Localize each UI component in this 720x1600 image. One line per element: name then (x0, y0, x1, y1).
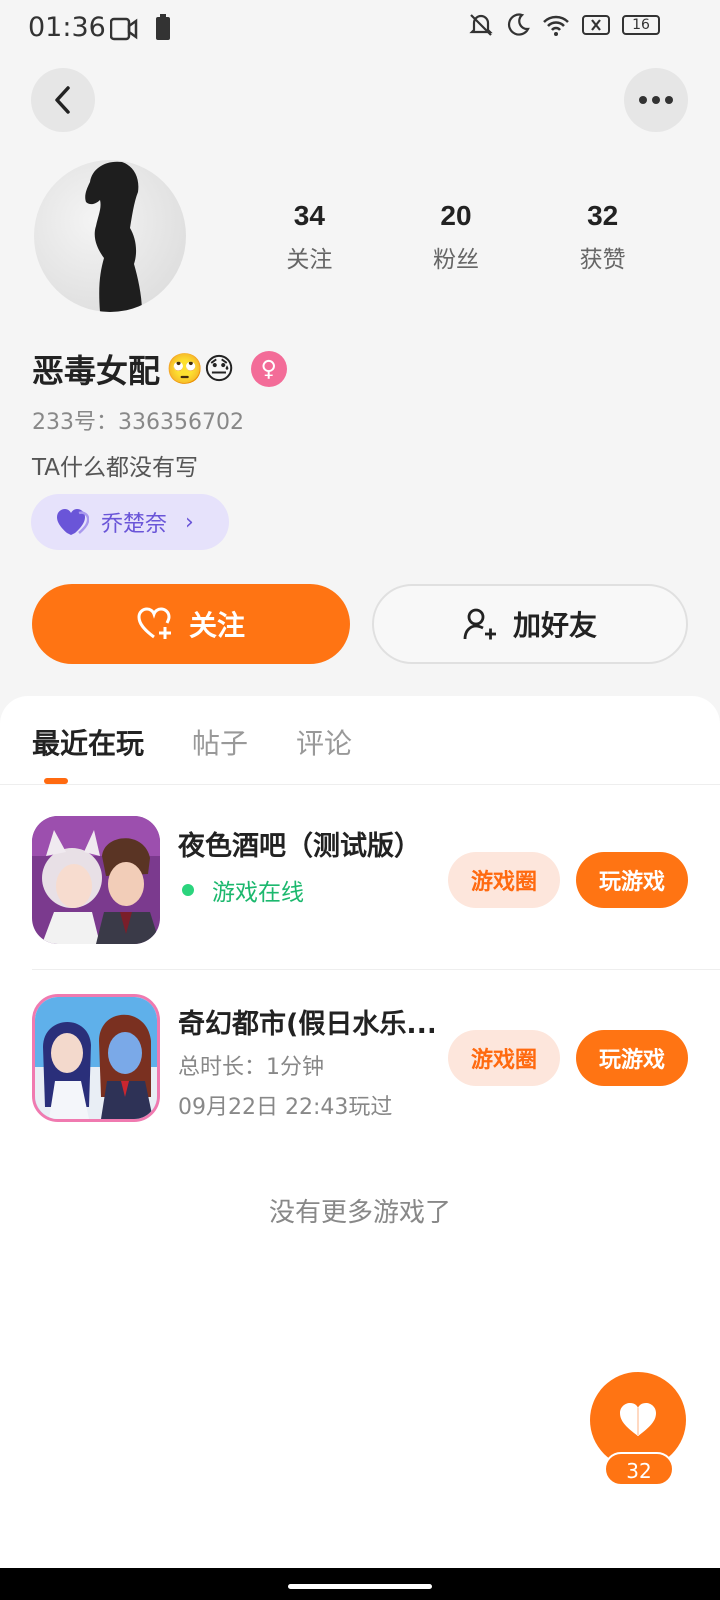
stat-following-label: 关注 (286, 247, 333, 273)
stat-likes-count: 32 (587, 200, 619, 231)
chevron-left-icon (55, 86, 70, 114)
game-name: 夜色酒吧（测试版） (178, 831, 421, 862)
tab-comments[interactable]: 评论 (296, 722, 352, 762)
add-friend-label: 加好友 (512, 609, 597, 642)
game-icon-night-bar (32, 816, 160, 944)
status-time: 01:36 (28, 12, 106, 43)
game-circle-button[interactable]: 游戏圈 (448, 852, 560, 908)
mute-bell-icon (469, 14, 493, 36)
game-circle-button[interactable]: 游戏圈 (448, 1030, 560, 1086)
video-camera-icon (110, 17, 138, 41)
game-row[interactable]: 奇幻都市(假日水乐... 总时长：1分钟 09月22日 22:43玩过 游戏圈 … (32, 994, 720, 1124)
battery-small-icon (156, 14, 170, 40)
stats-row: 34 关注 20 粉丝 32 获赞 (236, 200, 676, 274)
tab-bar: 最近在玩 帖子 评论 (32, 722, 352, 762)
nickname-text: 恶毒女配 (32, 352, 161, 390)
stat-followers[interactable]: 20 粉丝 (383, 200, 530, 274)
battery-icon: 16 (622, 15, 660, 35)
wifi-icon (543, 15, 569, 36)
divider (0, 784, 720, 785)
user-id: 233号：336356702 (32, 410, 244, 435)
stat-likes[interactable]: 32 获赞 (529, 200, 676, 274)
play-game-button[interactable]: 玩游戏 (576, 852, 688, 908)
game-info: 奇幻都市(假日水乐... 总时长：1分钟 09月22日 22:43玩过 (178, 1002, 434, 1121)
online-status-text: 游戏在线 (212, 880, 304, 906)
game-online-status: 游戏在线 (178, 873, 434, 907)
nickname-emojis: 🙄😓 (166, 351, 235, 387)
follow-label: 关注 (188, 609, 245, 642)
like-count-badge: 32 (604, 1452, 674, 1486)
stat-followers-label: 粉丝 (433, 247, 479, 273)
avatar[interactable] (34, 160, 186, 312)
nickname: 恶毒女配 🙄😓 ♀ (32, 346, 287, 392)
cp-tag-button[interactable]: 乔楚奈 › (31, 494, 229, 550)
follow-button[interactable]: 关注 (32, 584, 350, 664)
home-gesture-handle[interactable] (288, 1584, 432, 1589)
double-heart-icon (57, 509, 89, 535)
moon-icon (507, 13, 530, 36)
back-button[interactable] (31, 68, 95, 132)
game-name: 奇幻都市(假日水乐... (178, 1009, 434, 1040)
heart-plus-icon (137, 607, 171, 639)
heart-icon (620, 1403, 656, 1436)
divider (32, 969, 720, 970)
game-duration: 总时长：1分钟 (178, 1055, 324, 1080)
no-more-games-text: 没有更多游戏了 (268, 1198, 451, 1228)
bio-text: TA什么都没有写 (32, 455, 198, 481)
game-last-played: 09月22日 22:43玩过 (178, 1095, 393, 1120)
tab-recent-games[interactable]: 最近在玩 (32, 722, 144, 762)
stat-followers-count: 20 (440, 200, 472, 231)
add-user-icon (463, 608, 496, 640)
female-gender-icon: ♀ (250, 351, 287, 387)
online-dot-icon (182, 884, 194, 896)
tab-posts[interactable]: 帖子 (192, 722, 248, 762)
stat-following[interactable]: 34 关注 (236, 200, 383, 274)
avatar-silhouette (85, 161, 142, 312)
more-dots-icon (639, 96, 673, 104)
status-bar: 01:36 16 (0, 0, 720, 56)
game-info: 夜色酒吧（测试版） 游戏在线 (178, 824, 434, 907)
stat-likes-label: 获赞 (579, 247, 626, 273)
play-game-button[interactable]: 玩游戏 (576, 1030, 688, 1086)
game-icon-fantasy-city (32, 994, 160, 1122)
more-options-button[interactable] (624, 68, 688, 132)
chevron-right-icon: › (185, 509, 194, 535)
stat-following-count: 34 (293, 200, 325, 231)
cp-tag-label: 乔楚奈 (101, 512, 168, 537)
add-friend-button[interactable]: 加好友 (372, 584, 688, 664)
game-row[interactable]: 夜色酒吧（测试版） 游戏在线 游戏圈 玩游戏 (32, 816, 720, 946)
sim-x-icon (582, 15, 610, 35)
